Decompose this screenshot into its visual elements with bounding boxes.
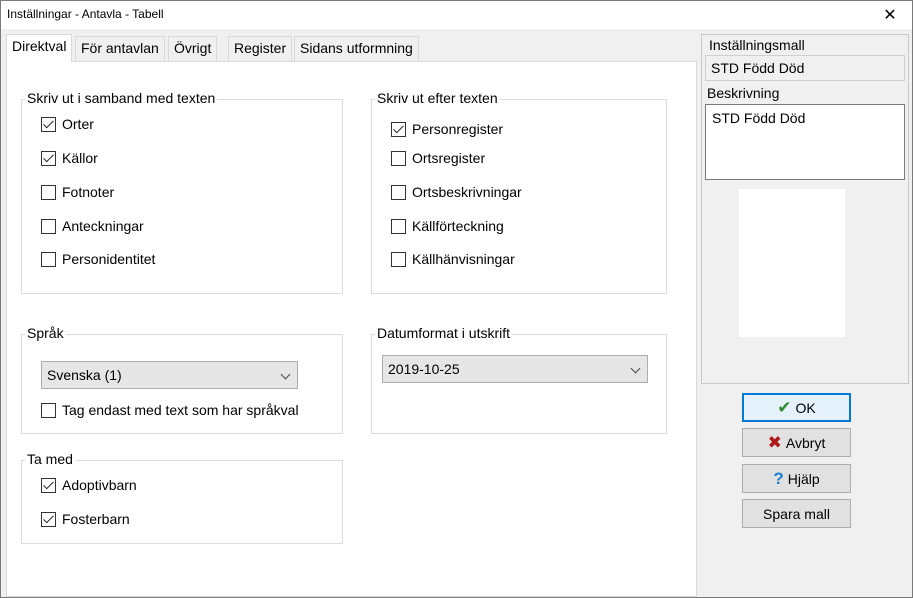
checkbox-box[interactable] (391, 251, 406, 267)
checkbox-label: Ortsregister (412, 150, 486, 166)
group-title: Datumformat i utskrift (375, 325, 513, 341)
tab-label: Sidans utformning (300, 40, 413, 56)
group-title: Skriv ut i samband med texten (25, 90, 218, 106)
template-preview (739, 189, 845, 337)
checkbox-personidentitet[interactable]: Personidentitet (41, 251, 155, 267)
group-title: Skriv ut efter texten (375, 90, 500, 106)
close-icon: ✕ (883, 7, 897, 24)
checkbox-anteckningar[interactable]: Anteckningar (41, 218, 144, 234)
save-template-button-label: Spara mall (763, 505, 830, 522)
checkbox-kallhanvisningar[interactable]: Källhänvisningar (391, 251, 515, 267)
tab-for-antavlan[interactable]: För antavlan (75, 36, 165, 61)
save-template-button[interactable]: Spara mall (742, 499, 851, 528)
tab-label: Register (234, 40, 287, 56)
chevron-down-icon (280, 369, 291, 380)
chevron-down-icon (630, 363, 641, 374)
question-icon: ? (773, 469, 784, 488)
help-button[interactable]: ? Hjälp (742, 464, 851, 493)
checkbox-box[interactable] (391, 218, 406, 234)
checkbox-label: Personidentitet (62, 251, 156, 267)
checkbox-label: Fosterbarn (62, 511, 130, 527)
checkbox-box[interactable] (41, 251, 56, 267)
checkbox-box[interactable] (391, 150, 406, 166)
group-language: Språk Svenska (1) Tag endast med text so… (21, 325, 343, 434)
template-pane: Inställningsmall STD Född Död Beskrivnin… (701, 34, 909, 384)
description-label: Beskrivning (707, 85, 780, 101)
tab-direktval[interactable]: Direktval (6, 34, 73, 62)
ok-button-label: OK (795, 399, 816, 416)
tab-label: För antavlan (81, 40, 159, 56)
checkbox-ortsbeskrivningar[interactable]: Ortsbeskrivningar (391, 184, 522, 200)
template-value: STD Född Död (711, 60, 805, 76)
checkbox-ortsregister[interactable]: Ortsregister (391, 150, 485, 166)
tab-sidans-utformning[interactable]: Sidans utformning (294, 36, 419, 61)
tab-label: Direktval (12, 38, 67, 54)
close-button[interactable]: ✕ (868, 1, 912, 29)
language-selected-value: Svenska (1) (47, 367, 122, 383)
checkbox-fosterbarn[interactable]: Fosterbarn (41, 511, 130, 527)
checkbox-box[interactable] (391, 184, 406, 200)
tab-label: Övrigt (174, 40, 212, 56)
checkbox-label: Källor (62, 150, 98, 166)
checkbox-adoptivbarn[interactable]: Adoptivbarn (41, 477, 137, 493)
checkbox-label: Källförteckning (412, 218, 504, 234)
checkbox-fotnoter[interactable]: Fotnoter (41, 184, 114, 200)
checkbox-box[interactable] (41, 218, 56, 234)
description-text: STD Född Död (712, 110, 806, 126)
cancel-button-label: Avbryt (785, 434, 826, 451)
check-icon: ✔ (777, 398, 792, 417)
group-date-format: Datumformat i utskrift 2019-10-25 (371, 325, 667, 434)
title-bar: Inställningar - Antavla - Tabell ✕ (1, 1, 912, 29)
tab-panel-direktval: Skriv ut i samband med texten Orter Käll… (6, 61, 697, 597)
date-format-selected-value: 2019-10-25 (388, 361, 460, 377)
checkbox-box[interactable] (41, 184, 56, 200)
group-title: Språk (25, 325, 66, 341)
checkbox-box[interactable] (41, 150, 56, 166)
checkbox-personregister[interactable]: Personregister (391, 121, 503, 137)
tab-ovrigt[interactable]: Övrigt (168, 36, 218, 61)
date-format-select[interactable]: 2019-10-25 (382, 355, 648, 383)
tab-register[interactable]: Register (228, 36, 293, 61)
checkbox-label: Orter (62, 116, 94, 132)
checkbox-language-only[interactable]: Tag endast med text som har språkval (41, 402, 299, 418)
checkbox-box[interactable] (41, 402, 56, 418)
language-select[interactable]: Svenska (1) (41, 361, 298, 389)
checkbox-label: Personregister (412, 121, 504, 137)
description-box[interactable]: STD Född Död (705, 104, 905, 180)
group-include: Ta med Adoptivbarn Fosterbarn (21, 451, 343, 544)
checkbox-label: Anteckningar (62, 218, 144, 234)
group-print-after-text: Skriv ut efter texten Personregister Ort… (371, 90, 667, 294)
checkbox-kallor[interactable]: Källor (41, 150, 98, 166)
group-title: Ta med (25, 451, 75, 467)
checkbox-box[interactable] (391, 121, 406, 137)
help-button-label: Hjälp (787, 470, 820, 487)
x-icon: ✖ (767, 433, 782, 452)
checkbox-box[interactable] (41, 511, 56, 527)
settings-dialog: Inställningar - Antavla - Tabell ✕ Direk… (0, 0, 913, 598)
template-label: Inställningsmall (709, 37, 805, 53)
checkbox-kallforteckning[interactable]: Källförteckning (391, 218, 504, 234)
checkbox-orter[interactable]: Orter (41, 116, 94, 132)
template-field[interactable]: STD Född Död (705, 55, 905, 81)
checkbox-label: Tag endast med text som har språkval (62, 402, 299, 418)
ok-button[interactable]: ✔ OK (742, 393, 851, 422)
checkbox-box[interactable] (41, 116, 56, 132)
checkbox-box[interactable] (41, 477, 56, 493)
checkbox-label: Ortsbeskrivningar (412, 184, 522, 200)
checkbox-label: Adoptivbarn (62, 477, 137, 493)
group-print-with-text: Skriv ut i samband med texten Orter Käll… (21, 90, 343, 294)
checkbox-label: Källhänvisningar (412, 251, 515, 267)
window-title: Inställningar - Antavla - Tabell (7, 7, 164, 21)
cancel-button[interactable]: ✖ Avbryt (742, 428, 851, 457)
checkbox-label: Fotnoter (62, 184, 115, 200)
